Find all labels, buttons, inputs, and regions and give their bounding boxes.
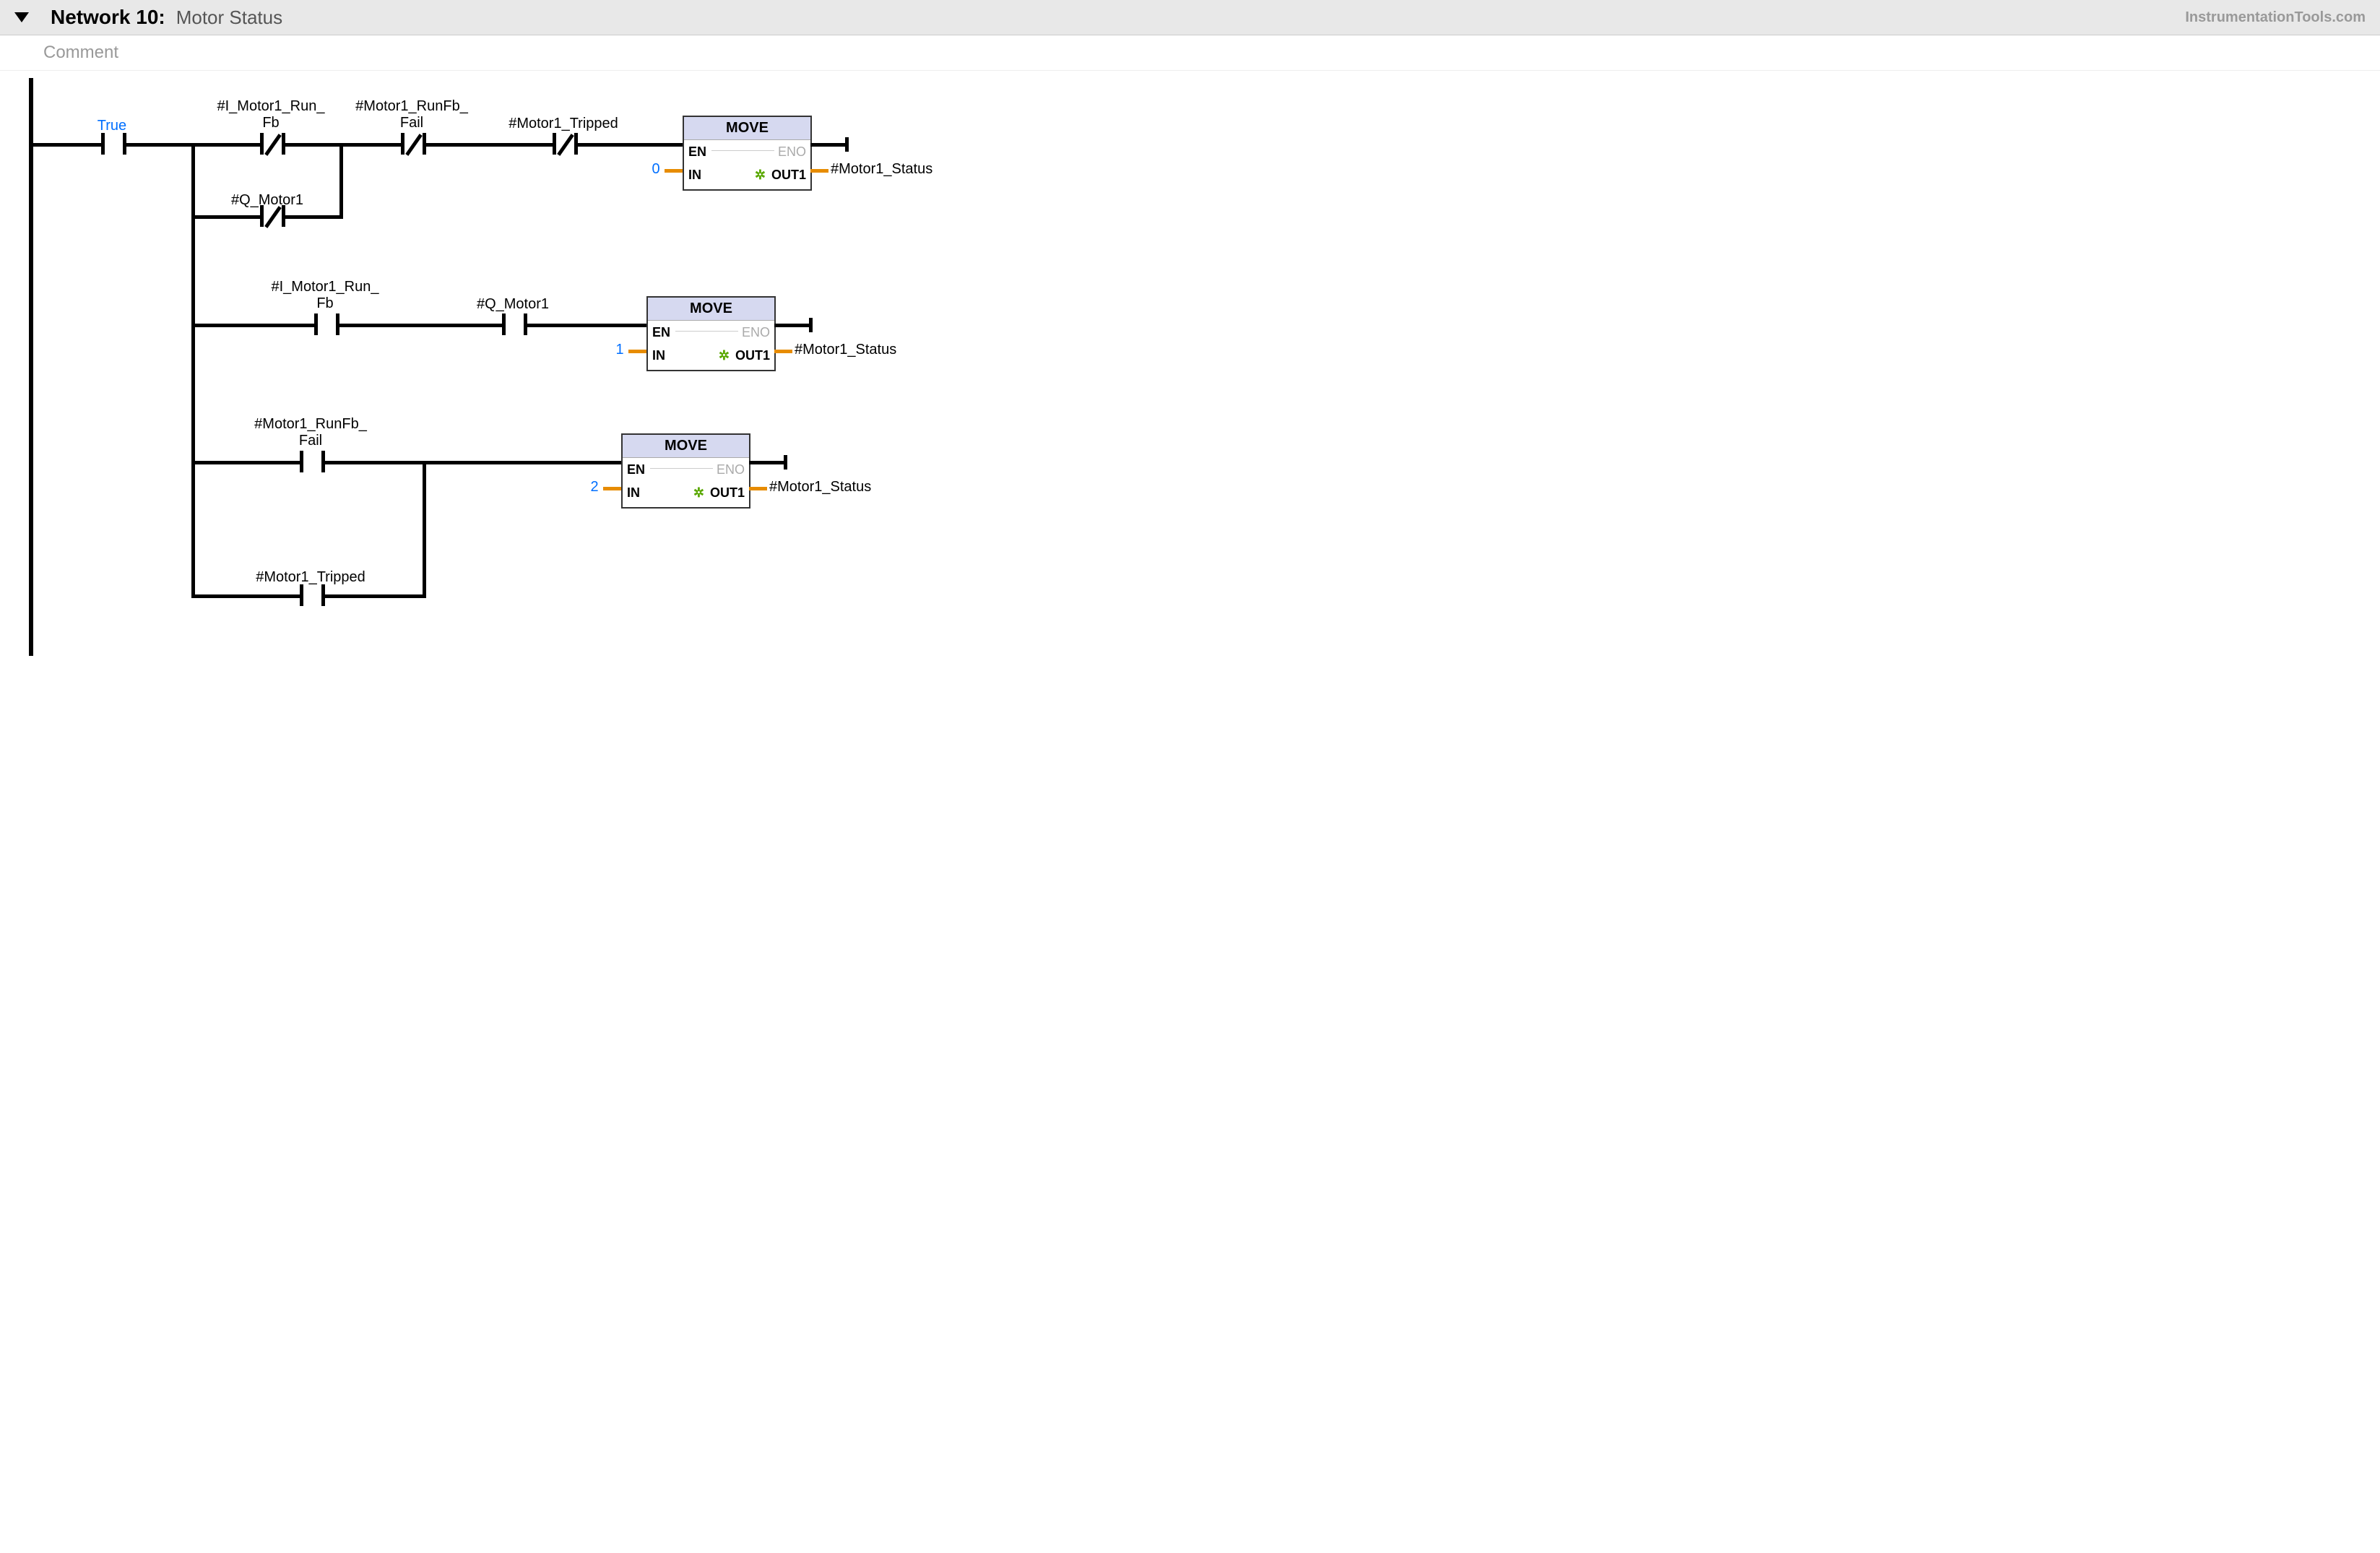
divider	[650, 468, 713, 469]
pin-in: IN	[652, 348, 665, 363]
pin-out1: OUT1	[735, 348, 770, 363]
tag[interactable]: #Motor1_Status	[769, 479, 914, 496]
wire	[810, 143, 847, 147]
pin-en: EN	[652, 325, 670, 340]
orange-wire	[749, 487, 767, 490]
terminator-icon	[809, 318, 813, 332]
contact-nc[interactable]	[423, 133, 426, 155]
move-block[interactable]: MOVE EN ENO IN ✲ OUT1	[621, 433, 750, 509]
pin-en: EN	[627, 462, 645, 477]
orange-wire	[810, 169, 828, 173]
gap	[318, 324, 336, 327]
pin-out1: OUT1	[710, 485, 745, 501]
terminator-icon	[845, 137, 849, 152]
pin-eno: ENO	[717, 462, 745, 477]
tag[interactable]: #Motor1_RunFb_ Fail	[347, 98, 477, 131]
move-block[interactable]: MOVE EN ENO IN ✲ OUT1	[646, 296, 776, 371]
contact-no[interactable]	[336, 313, 339, 335]
pin-out1: OUT1	[771, 168, 806, 183]
terminator-icon	[784, 455, 787, 470]
ladder-diagram: True #I_Motor1_Run_ Fb #Motor1_RunFb_ Fa…	[22, 78, 990, 656]
wire	[774, 324, 810, 327]
contact-no[interactable]	[321, 584, 325, 606]
wire	[339, 143, 343, 219]
star-icon: ✲	[693, 485, 704, 501]
watermark: InstrumentationTools.com	[2185, 9, 2366, 26]
value[interactable]: 1	[613, 342, 627, 358]
power-rail	[29, 78, 33, 656]
contact-no[interactable]	[321, 451, 325, 472]
wire	[423, 461, 426, 598]
contact-no[interactable]	[123, 133, 126, 155]
tag[interactable]: #Q_Motor1	[209, 192, 325, 209]
network-header: Network 10: Motor Status Instrumentation…	[0, 0, 2380, 35]
orange-wire	[603, 487, 621, 490]
divider	[675, 331, 738, 332]
block-title: MOVE	[684, 117, 810, 140]
tag[interactable]: #Motor1_Status	[831, 161, 975, 178]
wire	[191, 143, 195, 598]
network-number: Network 10:	[51, 6, 165, 29]
tag[interactable]: #I_Motor1_Run_ Fb	[206, 98, 336, 131]
pin-in: IN	[627, 485, 640, 501]
tag[interactable]: #Motor1_Tripped	[498, 116, 628, 132]
comment-field[interactable]: Comment	[0, 35, 2380, 71]
move-block[interactable]: MOVE EN ENO IN ✲ OUT1	[683, 116, 812, 191]
wire	[749, 461, 785, 464]
orange-wire	[665, 169, 683, 173]
network-name[interactable]: Motor Status	[176, 7, 282, 29]
pin-eno: ENO	[778, 144, 806, 160]
wire	[191, 461, 621, 464]
contact-nc[interactable]	[282, 205, 285, 227]
contact-no[interactable]	[524, 313, 527, 335]
gap	[105, 143, 123, 147]
contact-nc[interactable]	[282, 133, 285, 155]
gap	[303, 461, 321, 464]
pin-en: EN	[688, 144, 706, 160]
value[interactable]: 0	[649, 161, 663, 178]
tag[interactable]: #Q_Motor1	[455, 296, 571, 313]
contact-nc[interactable]	[574, 133, 578, 155]
gap	[303, 594, 321, 598]
orange-wire	[774, 350, 792, 353]
wire	[29, 143, 683, 147]
block-title: MOVE	[623, 435, 749, 458]
block-title: MOVE	[648, 298, 774, 321]
collapse-icon[interactable]	[14, 12, 29, 22]
tag-true[interactable]: True	[90, 118, 134, 134]
pin-eno: ENO	[742, 325, 770, 340]
value[interactable]: 2	[587, 479, 602, 496]
star-icon: ✲	[755, 168, 766, 183]
star-icon: ✲	[719, 348, 730, 363]
wire	[191, 324, 646, 327]
orange-wire	[628, 350, 646, 353]
tag[interactable]: #Motor1_Tripped	[238, 569, 383, 586]
pin-in: IN	[688, 168, 701, 183]
gap	[506, 324, 524, 327]
divider	[711, 150, 774, 151]
tag[interactable]: #I_Motor1_Run_ Fb	[260, 279, 390, 312]
tag[interactable]: #Motor1_RunFb_ Fail	[238, 416, 383, 449]
tag[interactable]: #Motor1_Status	[795, 342, 939, 358]
